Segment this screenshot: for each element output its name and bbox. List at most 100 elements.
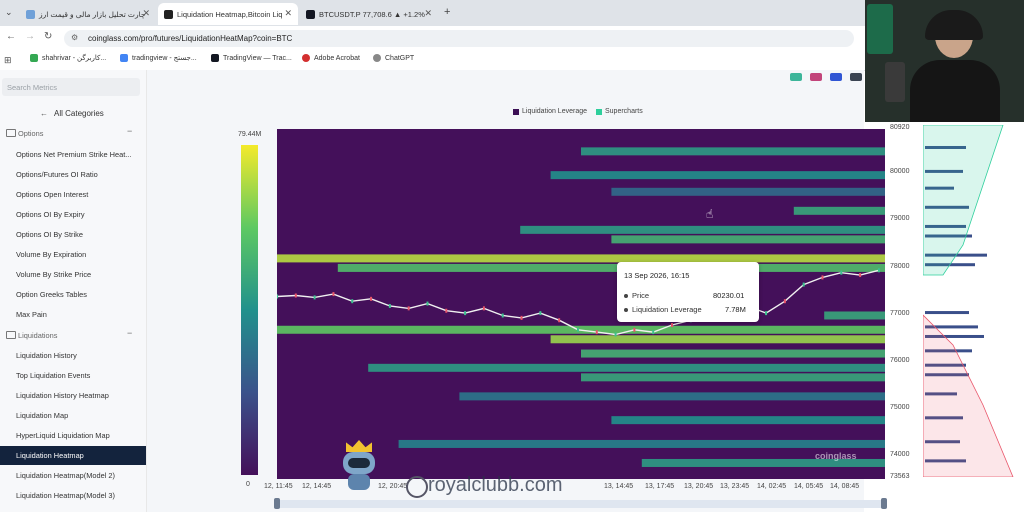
legend-swatch-supercharts [596,109,602,115]
heatmap-band [793,206,885,215]
liquidation-heatmap-chart[interactable] [277,129,885,479]
reload-icon[interactable]: ↻ [44,31,52,42]
folder-icon [6,129,16,137]
sidebar-item-liquidation-map[interactable]: Liquidation Map [16,411,68,420]
sidebar-item-options-futures-oi-ratio[interactable]: Options/Futures OI Ratio [16,170,98,179]
heatmap-band [550,171,885,180]
back-icon[interactable]: ← [6,31,16,42]
new-tab-button[interactable]: + [444,6,450,18]
search-metrics-input[interactable]: Search Metrics [2,78,140,96]
price-candle [351,299,354,304]
heatmap-svg [277,147,885,467]
heatmap-band [611,187,885,196]
y-tick-label: 73563 [890,473,910,480]
collapse-icon[interactable]: − [127,126,132,136]
section-options[interactable]: Options [18,129,43,138]
price-candle [783,299,786,304]
legend-label-liquidation-leverage[interactable]: Liquidation Leverage [522,108,587,115]
x-tick-label: 13, 20:45 [684,483,714,490]
heatmap-band [581,349,885,358]
sidebar-item-options-open-interest[interactable]: Options Open Interest [16,190,88,199]
url-text: coinglass.com/pro/futures/LiquidationHea… [88,34,293,43]
sidebar-item-option-greeks-tables[interactable]: Option Greeks Tables [16,290,87,299]
royalclubb-watermark: royalclubb.com [428,474,563,496]
coinglass-favicon-icon [164,9,173,19]
sidebar-item-liquidation-heatmap[interactable]: Liquidation Heatmap [16,451,84,460]
section-liquidations[interactable]: Liquidations [18,331,57,340]
tooltip-leverage-label: Liquidation Leverage [632,305,702,314]
sidebar-item-options-oi-by-expiry[interactable]: Options OI By Expiry [16,210,85,219]
collapse-icon[interactable]: − [127,328,132,338]
sidebar-item-liquidation-history[interactable]: Liquidation History [16,351,77,360]
all-categories-link[interactable]: All Categories [54,109,104,118]
forward-icon[interactable]: → [25,31,35,42]
close-tab-icon[interactable]: ✕ [424,8,432,19]
url-field[interactable]: ⚙ coinglass.com/pro/futures/LiquidationH… [64,30,854,47]
sidebar-item-volume-by-expiration[interactable]: Volume By Expiration [16,250,86,259]
colorbar [241,145,258,475]
tooltip-leverage-value: 7.78M [725,305,746,314]
price-line [277,269,880,336]
time-range-slider[interactable] [277,500,885,508]
bookmark-adobe-acrobat[interactable]: Adobe Acrobat [302,54,360,62]
price-candle [313,295,316,300]
heatmap-band [581,147,885,156]
price-candle [802,282,805,287]
theme-swatch-blue[interactable] [830,73,842,81]
legend-swatch-liquidation-leverage [513,109,519,115]
site-favicon-icon [26,9,35,19]
y-tick-label: 78000 [890,263,910,270]
coinglass-watermark: coinglass [815,451,857,461]
y-tick-label: 76000 [890,357,910,364]
x-tick-label: 13, 14:45 [604,483,634,490]
x-tick-label: 13, 17:45 [645,483,675,490]
sidebar-item-volume-by-strike-price[interactable]: Volume By Strike Price [16,270,91,279]
profile-bar [925,311,969,315]
close-tab-icon[interactable]: ✕ [284,8,292,19]
legend-label-supercharts[interactable]: Supercharts [605,108,643,115]
apps-grid-icon[interactable]: ⊞ [4,55,12,66]
price-candle [501,313,504,318]
bookmark-chatgpt[interactable]: ChatGPT [373,54,414,62]
google-icon [120,54,128,62]
theme-swatch-dark[interactable] [850,73,862,81]
tab-liquidation-heatmap[interactable]: Liquidation Heatmap,Bitcoin Liq ✕ [158,3,298,25]
tab-market-analysis[interactable]: چارت تحلیل بازار مالی و قیمت ارز ✕ [20,3,156,25]
sidebar-item-liquidation-heatmap-model-2[interactable]: Liquidation Heatmap(Model 2) [16,471,115,480]
tradingview-favicon-icon [306,9,315,19]
y-tick-label: 80000 [890,168,910,175]
tab-tradingview[interactable]: BTCUSDT.P 77,708.6 ▲ +1.2% ✕ [300,3,438,25]
sheets-icon [30,54,38,62]
back-arrow-icon[interactable]: ← [40,109,48,118]
price-candle [840,270,843,275]
sidebar-item-options-oi-by-strike[interactable]: Options OI By Strike [16,230,83,239]
heatmap-band [398,439,885,448]
sidebar-item-liquidation-heatmap-model-3[interactable]: Liquidation Heatmap(Model 3) [16,491,115,500]
mouse-cursor-icon: ☝ [706,207,714,221]
site-info-icon[interactable]: ⚙ [71,33,78,42]
price-candle [426,301,429,306]
theme-swatch-teal[interactable] [790,73,802,81]
bookmark-shahrivar[interactable]: shahrivar - کاربرگن... [30,54,106,62]
sidebar-item-hyperliquid-liquidation-map[interactable]: HyperLiquid Liquidation Map [16,431,110,440]
range-handle-left[interactable] [274,498,280,509]
bookmark-tradingview-search[interactable]: tradingview - جستج... [120,54,197,62]
robot-visor [348,458,370,468]
price-candle [294,293,297,298]
close-tab-icon[interactable]: ✕ [142,8,150,19]
price-candle [859,273,862,278]
tab-search-icon[interactable]: ⌄ [5,7,13,18]
theme-swatch-pink[interactable] [810,73,822,81]
sidebar-item-top-liquidation-events[interactable]: Top Liquidation Events [16,371,90,380]
sidebar-item-liquidation-history-heatmap[interactable]: Liquidation History Heatmap [16,391,109,400]
tooltip-leverage-dot-icon [624,308,628,312]
heatmap-band [824,311,885,320]
sidebar-item-options-net-premium[interactable]: Options Net Premium Strike Heat... [16,150,131,159]
bookmark-tradingview[interactable]: TradingView — Trac... [211,54,292,62]
chatgpt-icon [373,54,381,62]
sidebar-item-max-pain[interactable]: Max Pain [16,310,47,319]
range-handle-right[interactable] [881,498,887,509]
heatmap-band [368,363,885,372]
y-tick-label: 80920 [890,124,910,131]
price-candle [652,330,655,335]
